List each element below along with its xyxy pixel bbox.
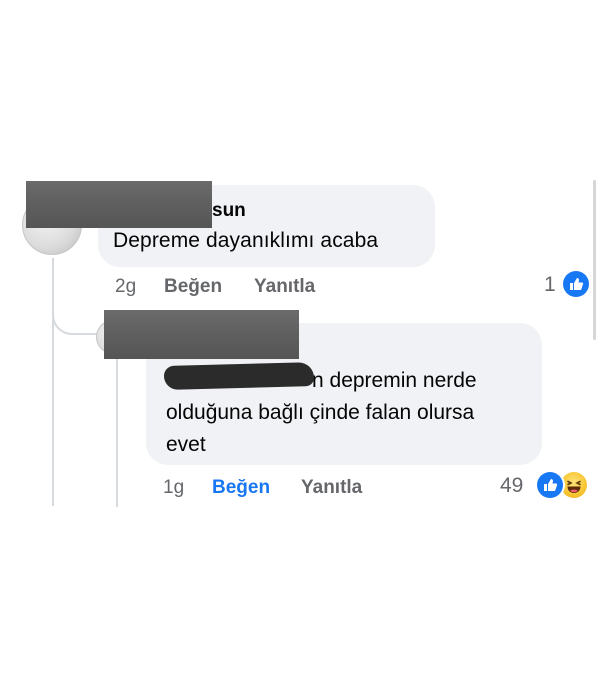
redaction-scribble: [163, 362, 315, 390]
reply-text-line-2: olduğuna bağlı çinde falan olursa: [166, 401, 475, 424]
comment-reaction-count[interactable]: 1: [544, 273, 556, 297]
comment-text: Depreme dayanıklımı acaba: [113, 229, 379, 252]
reply-reply-button[interactable]: Yanıtla: [301, 477, 362, 499]
like-icon[interactable]: [563, 271, 589, 297]
like-icon[interactable]: [537, 472, 563, 498]
redacted-name-box: [26, 181, 212, 228]
reply-connector-curve: [52, 305, 100, 335]
reply-like-button[interactable]: Beğen: [212, 477, 270, 499]
redacted-name-box: [104, 310, 299, 359]
comment-reply-button[interactable]: Yanıtla: [254, 276, 315, 298]
haha-icon[interactable]: [561, 472, 587, 498]
comment-like-button[interactable]: Beğen: [164, 276, 222, 298]
comment-thread: sun Depreme dayanıklımı acaba 2g Beğen Y…: [0, 0, 600, 685]
reply-text-line-3: evet: [166, 433, 206, 456]
reply-timestamp[interactable]: 1g: [163, 477, 184, 499]
thread-connector-line: [52, 258, 54, 506]
scrollbar[interactable]: [593, 180, 596, 340]
comment-author-name[interactable]: sun: [212, 200, 246, 222]
comment-timestamp[interactable]: 2g: [115, 276, 136, 298]
reply-thread-line: [116, 352, 118, 507]
reply-reaction-count[interactable]: 49: [500, 474, 523, 498]
